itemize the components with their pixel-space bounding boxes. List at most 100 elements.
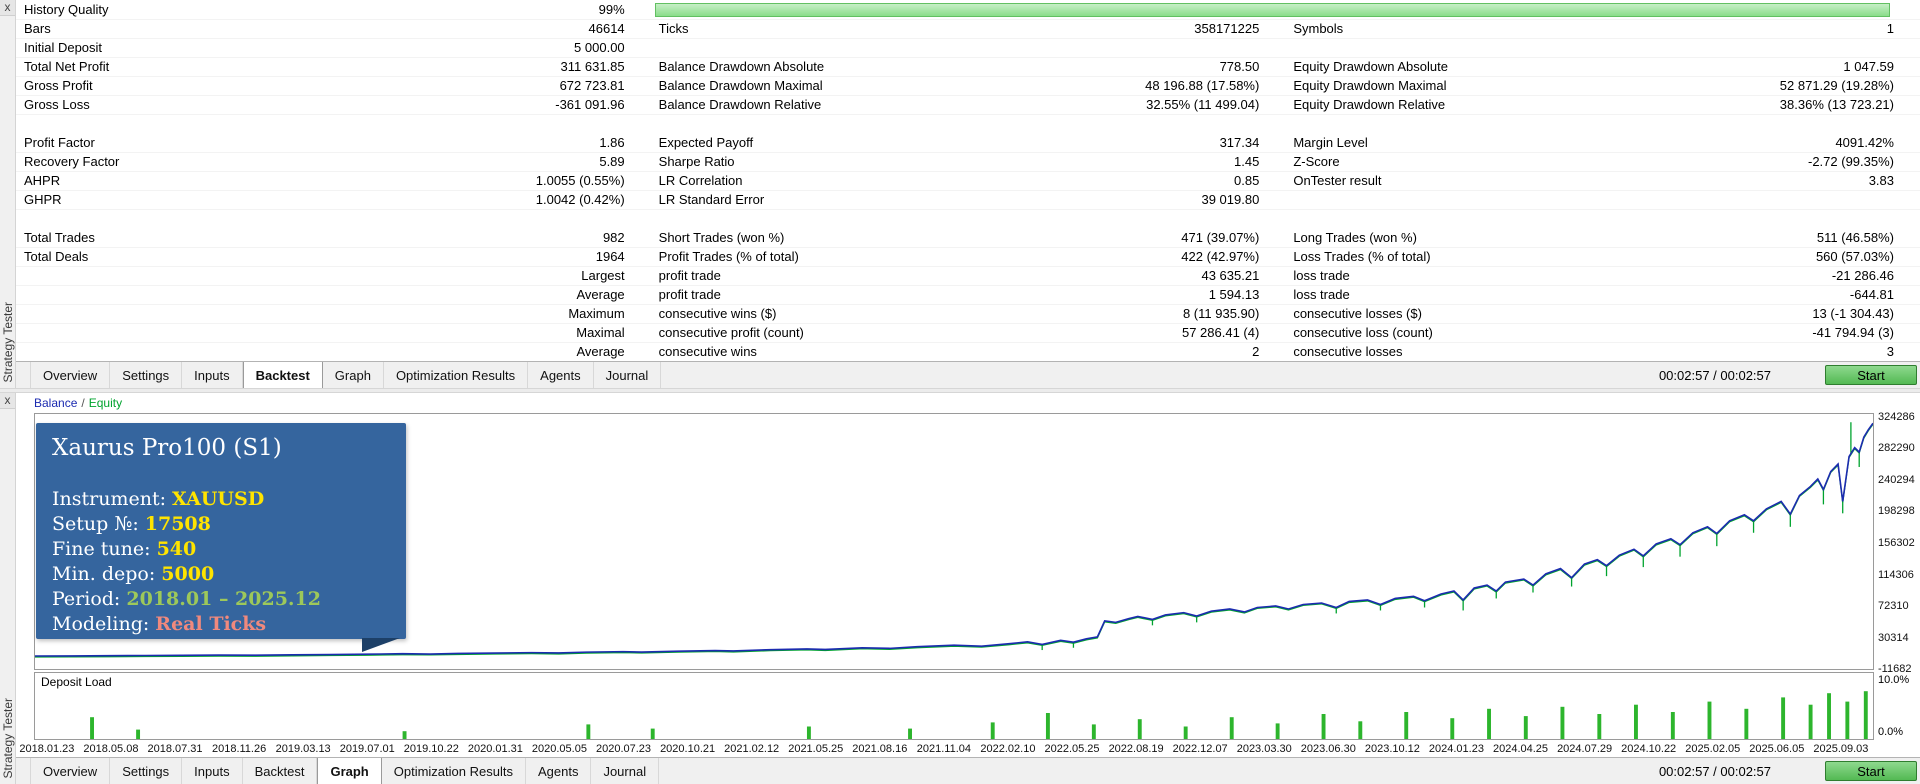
strategy-info-line: Modeling: Real Ticks	[52, 612, 390, 637]
backtest-stats-table: History Quality 99% Bars 46614 Ticks 35817122…	[16, 0, 1920, 361]
tab-overview[interactable]: Overview	[30, 758, 111, 784]
stat-value: 5 000.00	[574, 40, 625, 55]
tab-journal[interactable]: Journal	[591, 758, 660, 784]
stat-cell-group: consecutive losses 3	[1285, 343, 1920, 361]
stat-label: loss trade	[1293, 268, 1350, 283]
tab-optimization-results[interactable]: Optimization Results	[382, 758, 526, 784]
x-axis-label: 2019.07.01	[339, 743, 395, 755]
stat-value: 99%	[598, 2, 625, 17]
info-label: Period:	[52, 588, 127, 610]
tab-optimization-results[interactable]: Optimization Results	[384, 362, 529, 388]
tab-inputs[interactable]: Inputs	[182, 758, 243, 784]
stat-cell-group: Z-Score -2.72 (99.35%)	[1285, 153, 1920, 171]
stat-value: 1964	[595, 249, 625, 264]
y-axis-label: 240294	[1878, 473, 1915, 486]
stat-cell-group: Initial Deposit 5 000.00	[16, 39, 651, 57]
stat-cell-group: Loss Trades (% of total) 560 (57.03%)	[1285, 248, 1920, 266]
stat-value: 48 196.88 (17.58%)	[1145, 78, 1260, 93]
stat-label: consecutive losses ($)	[1293, 306, 1422, 321]
x-axis-label: 2020.10.21	[660, 743, 716, 755]
stat-label: Gross Loss	[24, 97, 90, 112]
stat-cell-group: OnTester result 3.83	[1285, 172, 1920, 190]
stat-value: 311 631.85	[560, 59, 625, 74]
stat-label: consecutive wins ($)	[658, 306, 777, 321]
tab-agents[interactable]: Agents	[528, 362, 594, 388]
close-icon[interactable]: x	[0, 0, 15, 16]
stat-value: 32.55% (11 499.04)	[1146, 97, 1260, 112]
info-label: Fine tune:	[52, 538, 157, 560]
stat-value: 46614	[588, 21, 625, 36]
stat-cell-group: GHPR 1.0042 (0.42%)	[16, 191, 651, 209]
y-axis-label: 324286	[1878, 410, 1915, 423]
stat-label: Balance Drawdown Absolute	[658, 59, 825, 74]
x-axis-label: 2019.10.22	[403, 743, 459, 755]
stat-value: 2	[1252, 344, 1260, 359]
stat-label: consecutive profit (count)	[658, 325, 804, 340]
stats-row: Gross Loss -361 091.96 Balance Drawdown Re…	[16, 96, 1920, 115]
stat-label: Margin Level	[1293, 135, 1368, 150]
stat-label: Total Trades	[24, 230, 95, 245]
start-button[interactable]: Start	[1825, 761, 1917, 781]
stat-label: Expected Payoff	[658, 135, 754, 150]
stat-cell-group: consecutive wins 2	[651, 343, 1286, 361]
y-axis-label: 156302	[1878, 537, 1915, 549]
y-axis-label: 30314	[1878, 631, 1909, 644]
tab-backtest[interactable]: Backtest	[243, 758, 318, 784]
close-icon[interactable]: x	[0, 393, 15, 409]
tab-inputs[interactable]: Inputs	[182, 362, 243, 388]
x-axis-label: 2023.10.12	[1364, 743, 1420, 755]
tab-overview[interactable]: Overview	[30, 362, 111, 388]
stat-value: 52 871.29 (19.28%)	[1779, 78, 1894, 93]
stat-cell-group: consecutive losses ($) 13 (-1 304.43)	[1285, 305, 1920, 323]
y-axis: 324286 282290 240294 198298 156302 114306 7231…	[1874, 410, 1920, 676]
tab-graph[interactable]: Graph	[323, 362, 384, 388]
stat-cell-group: AHPR 1.0055 (0.55%)	[16, 172, 651, 190]
strategy-info-line: Setup №: 17508	[52, 512, 390, 537]
tab-journal[interactable]: Journal	[594, 362, 662, 388]
stat-cell-group: Short Trades (won %) 471 (39.07%)	[651, 229, 1286, 247]
stat-value: 39 019.80	[1201, 192, 1260, 207]
legend-equity: Equity	[88, 396, 123, 410]
strategy-title: Xaurus Pro100 (S1)	[52, 435, 282, 461]
strategy-tester-tab[interactable]: Strategy Tester	[1, 302, 15, 382]
tab-agents[interactable]: Agents	[526, 758, 592, 784]
graph-tab-bar: Overview Settings Inputs Backtest Graph Optim…	[16, 757, 1920, 784]
stat-label: Recovery Factor	[24, 154, 120, 169]
stat-value: -644.81	[1849, 287, 1894, 302]
x-axis-label: 2018.11.26	[211, 743, 267, 755]
stat-cell-group: Equity Drawdown Absolute 1 047.59	[1285, 58, 1920, 76]
stats-row: Maximal consecutive profit (count) 57 286.…	[16, 324, 1920, 343]
start-button[interactable]: Start	[1825, 365, 1917, 385]
backtest-side-strip: x Strategy Tester	[0, 0, 16, 388]
stat-label: Short Trades (won %)	[658, 230, 785, 245]
stat-value: 57 286.41 (4)	[1181, 325, 1260, 340]
stat-value: 1	[1886, 21, 1894, 36]
stat-value: 8 (11 935.90)	[1182, 306, 1260, 321]
stat-label: Initial Deposit	[24, 40, 103, 55]
stat-value: Average	[576, 287, 625, 302]
stat-cell-group: Expected Payoff 317.34	[651, 134, 1286, 152]
test-elapsed-time: 00:02:57 / 00:02:57	[1658, 763, 1771, 779]
stat-value: Maximal	[576, 325, 625, 340]
stat-cell-group: Maximum	[16, 305, 651, 323]
tab-settings[interactable]: Settings	[110, 758, 183, 784]
stat-value: -2.72 (99.35%)	[1808, 154, 1894, 169]
deposit-max-label: 10.0%	[1878, 674, 1910, 686]
tab-graph[interactable]: Graph	[317, 758, 382, 784]
tab-backtest[interactable]: Backtest	[242, 362, 323, 388]
tab-settings[interactable]: Settings	[110, 362, 183, 388]
stat-value: 471 (39.07%)	[1181, 230, 1260, 245]
strategy-tester-tab[interactable]: Strategy Tester	[1, 698, 15, 778]
x-axis-label: 2021.08.16	[852, 743, 908, 755]
y-axis-label: 282290	[1878, 442, 1915, 455]
stat-value: 317.34	[1219, 135, 1260, 150]
stat-cell-group: Equity Drawdown Maximal 52 871.29 (19.28%…	[1285, 77, 1920, 95]
backtest-panel: x Strategy Tester History Quality 99% Bars…	[0, 0, 1920, 388]
stat-cell-group: Total Deals 1964	[16, 248, 651, 266]
x-axis-label: 2024.07.29	[1557, 743, 1613, 755]
info-value: 2018.01 – 2025.12	[126, 588, 321, 610]
x-axis-label: 2021.11.04	[916, 743, 971, 755]
stat-label: Symbols	[1293, 21, 1344, 36]
stats-row	[16, 210, 1920, 229]
stat-cell-group: Sharpe Ratio 1.45	[651, 153, 1286, 171]
